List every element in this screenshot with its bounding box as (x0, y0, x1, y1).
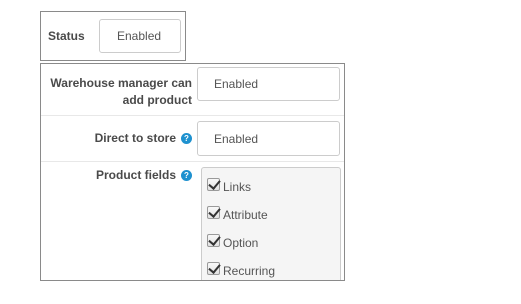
form-row-direct-to-store: Direct to store? Enabled (41, 116, 344, 162)
checkbox-checked-icon[interactable] (207, 262, 220, 275)
checkbox-item-links[interactable]: Links (207, 174, 251, 194)
status-label: Status (48, 29, 85, 43)
warehouse-add-product-label: Warehouse manager can add product (50, 76, 192, 107)
settings-page: Status Enabled Warehouse manager can add… (0, 0, 521, 304)
checkbox-item-attribute[interactable]: Attribute (207, 202, 268, 222)
checkbox-label: Recurring (223, 264, 276, 278)
direct-to-store-select[interactable]: Enabled (197, 121, 340, 156)
checkbox-item-option[interactable]: Option (207, 230, 258, 250)
status-select[interactable]: Enabled (99, 19, 181, 53)
form-row-warehouse-add-product: Warehouse manager can add product Enable… (41, 64, 344, 116)
help-icon[interactable]: ? (181, 133, 192, 144)
status-panel: Status Enabled (40, 11, 186, 61)
product-fields-label-wrap: Product fields? (96, 167, 192, 184)
checkbox-item-recurring[interactable]: Recurring (207, 258, 275, 278)
checkbox-checked-icon[interactable] (207, 178, 220, 191)
checkbox-label: Option (223, 236, 259, 250)
direct-to-store-label-wrap: Direct to store? (95, 130, 192, 147)
permissions-form: Warehouse manager can add product Enable… (40, 63, 345, 281)
form-row-product-fields: Product fields? Links Attribute Option R… (41, 162, 344, 280)
checkbox-checked-icon[interactable] (207, 234, 220, 247)
direct-to-store-label: Direct to store (94, 131, 176, 145)
warehouse-add-product-select[interactable]: Enabled (197, 67, 340, 101)
checkbox-checked-icon[interactable] (207, 206, 220, 219)
product-fields-label: Product fields (95, 168, 176, 182)
checkbox-label: Links (223, 180, 252, 194)
help-icon[interactable]: ? (181, 170, 192, 181)
checkbox-label: Attribute (223, 208, 268, 222)
product-fields-list[interactable]: Links Attribute Option Recurring (201, 167, 341, 280)
